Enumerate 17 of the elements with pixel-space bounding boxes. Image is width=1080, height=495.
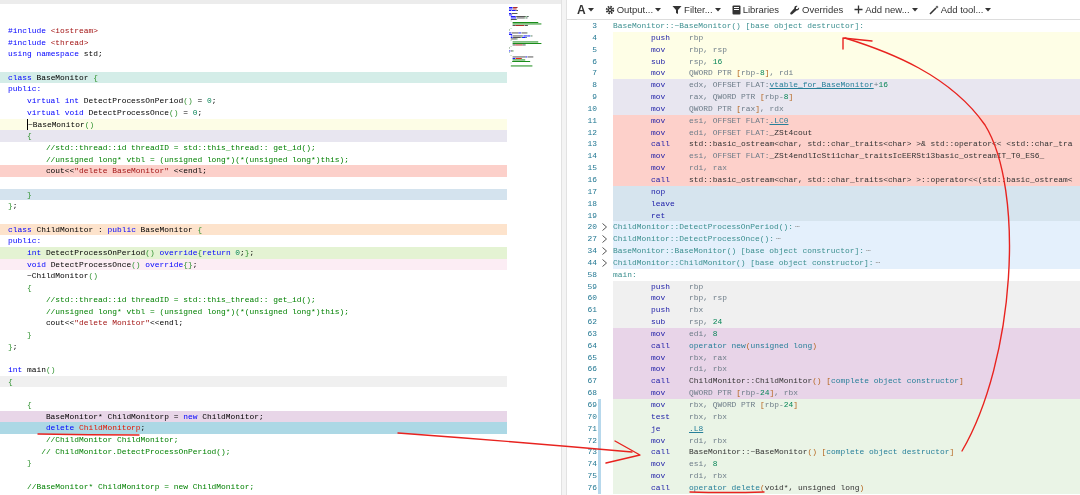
chevron-icon[interactable]: [601, 223, 608, 232]
add-tool-button[interactable]: Add tool...: [926, 0, 994, 19]
add-new-button[interactable]: Add new...: [852, 0, 920, 19]
chevron-icon[interactable]: [601, 258, 608, 267]
font-button[interactable]: A: [575, 0, 596, 19]
plus-icon: [854, 5, 864, 14]
filter-button[interactable]: Filter...: [670, 0, 723, 19]
filter-icon: [672, 4, 683, 15]
output-button[interactable]: Output...: [602, 0, 664, 19]
overrides-button[interactable]: Overrides: [788, 0, 846, 19]
book-icon: [731, 4, 741, 15]
chevron-icon[interactable]: [601, 247, 608, 256]
gear-icon: [604, 4, 615, 15]
wand-icon: [928, 4, 939, 15]
libraries-button[interactable]: Libraries: [729, 0, 782, 19]
chevron-icon[interactable]: [601, 235, 608, 244]
wrench-icon: [790, 4, 801, 15]
